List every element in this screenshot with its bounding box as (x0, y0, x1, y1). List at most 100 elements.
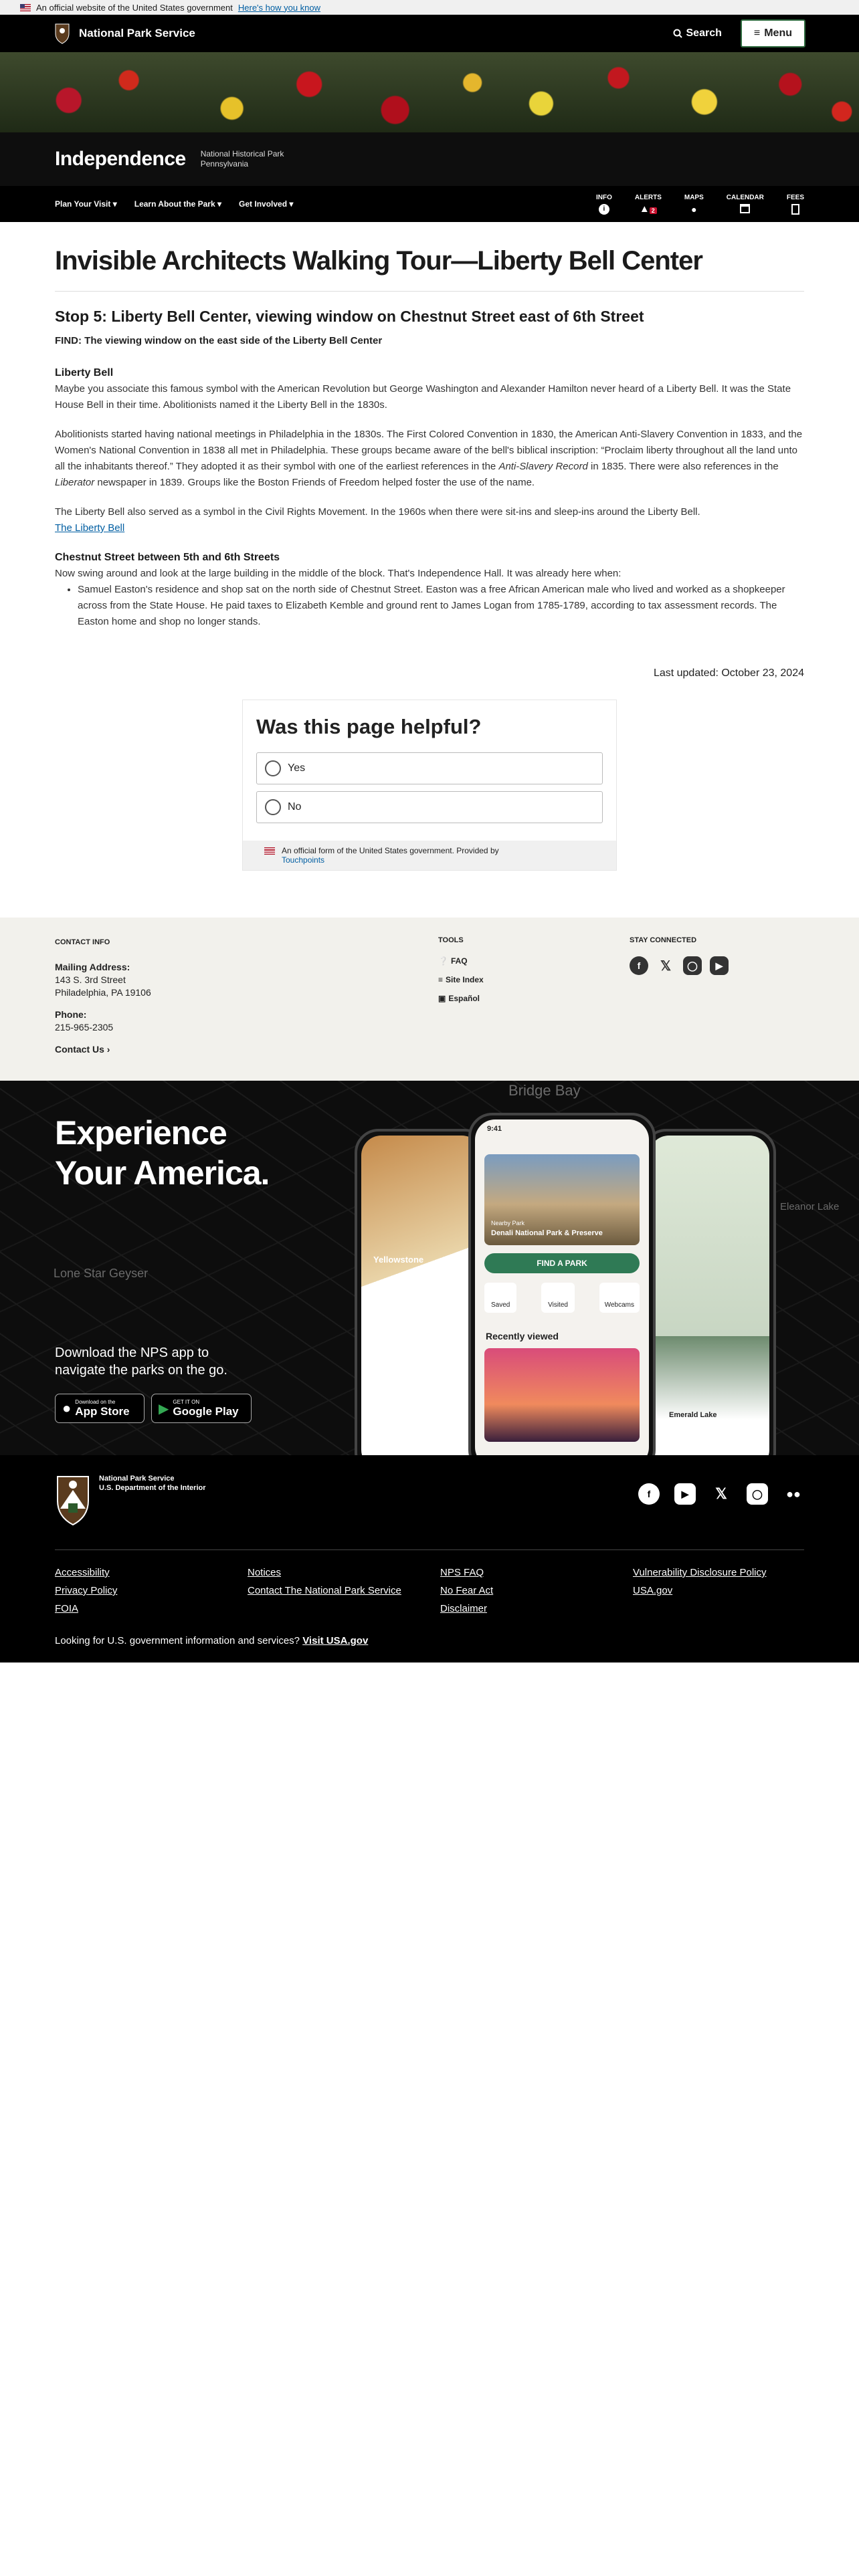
facebook-icon[interactable]: f (638, 1483, 660, 1505)
phone-saved: Saved (484, 1283, 517, 1313)
arrowhead-logo-icon (57, 1476, 89, 1526)
footer-link-notices[interactable]: Notices (248, 1566, 440, 1579)
top-navigation: National Park Service Search ≡ Menu (0, 15, 859, 52)
instagram-icon[interactable]: ◯ (683, 956, 702, 975)
site-index-label: Site Index (446, 975, 484, 984)
footer-link-usa-gov[interactable]: USA.gov (633, 1584, 826, 1597)
title-divider (55, 291, 804, 292)
x-icon[interactable]: 𝕏 (656, 956, 675, 975)
tool-fees[interactable]: FEES (787, 194, 804, 215)
radio-no[interactable] (265, 799, 281, 815)
app-store-label: App Store (75, 1404, 130, 1418)
youtube-icon[interactable]: ▶ (710, 956, 729, 975)
feedback-yes-option[interactable]: Yes (256, 752, 603, 784)
park-state: Pennsylvania (200, 159, 249, 169)
radio-yes[interactable] (265, 760, 281, 776)
search-label: Search (686, 27, 722, 39)
phone-mockup-center: 9:41 Nearby Park Denali National Park & … (468, 1113, 656, 1455)
arrowhead-logo-icon (55, 23, 70, 44)
tool-alerts-label: ALERTS (634, 193, 662, 201)
flickr-icon[interactable]: ●● (783, 1483, 804, 1505)
yes-label: Yes (288, 762, 306, 774)
footer-logo[interactable]: National Park Service U.S. Department of … (55, 1474, 206, 1526)
feedback-no-option[interactable]: No (256, 791, 603, 823)
tool-calendar-label: CALENDAR (726, 193, 764, 201)
touchpoints-link[interactable]: Touchpoints (282, 855, 324, 865)
fee-icon (791, 203, 799, 215)
app-store-button[interactable]: ● Download on the App Store (55, 1394, 145, 1423)
footer-link-contact-nps[interactable]: Contact The National Park Service (248, 1584, 440, 1597)
tool-maps-label: MAPS (684, 193, 704, 201)
espanol-link[interactable]: ▣ Español (438, 994, 630, 1003)
tool-calendar[interactable]: CALENDAR (727, 194, 764, 215)
phone-find-park-button: FIND A PARK (484, 1253, 640, 1273)
calendar-icon (740, 203, 751, 213)
address-line-2: Philadelphia, PA 19106 (55, 987, 151, 998)
faq-link[interactable]: ❔ FAQ (438, 956, 630, 966)
tool-info[interactable]: INFO i (596, 194, 612, 215)
nav-get-involved[interactable]: Get Involved (239, 199, 293, 209)
menu-label: Menu (764, 27, 792, 39)
contact-info-heading: CONTACT INFO (55, 938, 110, 946)
find-instruction: FIND: The viewing window on the east sid… (55, 335, 383, 346)
phone-nearby-label: Nearby Park (491, 1220, 525, 1226)
p2-text-c: in 1835. There were also references in t… (587, 461, 779, 472)
headline-line-2: Your America. (55, 1154, 270, 1192)
footer-link-privacy[interactable]: Privacy Policy (55, 1584, 248, 1597)
facebook-icon[interactable]: f (630, 956, 648, 975)
gov-banner: An official website of the United States… (0, 0, 859, 15)
us-flag-icon (264, 847, 275, 855)
park-banner: Independence National Historical Park Pe… (0, 132, 859, 186)
touchpoints-text: An official form of the United States go… (282, 846, 499, 855)
footer-link-disclaimer[interactable]: Disclaimer (440, 1602, 633, 1615)
tool-alerts[interactable]: ALERTS ▲ 2 (635, 194, 662, 215)
p2-anti-slavery-record: Anti-Slavery Record (498, 461, 588, 472)
nav-plan-your-visit[interactable]: Plan Your Visit (55, 199, 117, 209)
feedback-footer: An official form of the United States go… (243, 841, 616, 870)
download-line-2: navigate the parks on the go. (55, 1363, 227, 1378)
instagram-icon[interactable]: ◯ (747, 1483, 768, 1505)
footer-link-vulnerability[interactable]: Vulnerability Disclosure Policy (633, 1566, 826, 1579)
play-store-icon: ▶ (159, 1401, 169, 1416)
info-icon: i (598, 203, 609, 215)
heres-how-you-know-link[interactable]: Here's how you know (238, 3, 320, 13)
download-line-1: Download the NPS app to (55, 1346, 209, 1360)
footer-link-spacer (633, 1602, 826, 1615)
phone-visited: Visited (541, 1283, 575, 1313)
nav-learn-about-park[interactable]: Learn About the Park (134, 199, 221, 209)
phone-number[interactable]: 215-965-2305 (55, 1021, 438, 1034)
tool-info-label: INFO (595, 193, 612, 201)
phone-left-park-name: Yellowstone (373, 1255, 424, 1265)
footer-link-accessibility[interactable]: Accessibility (55, 1566, 248, 1579)
site-footer: National Park Service U.S. Department of … (0, 1455, 859, 1662)
recent-photo (484, 1348, 640, 1442)
menu-button[interactable]: ≡ Menu (740, 19, 805, 47)
tool-maps[interactable]: MAPS ● (684, 194, 704, 215)
app-store-small: Download on the (75, 1398, 116, 1405)
phone-label: Phone: (55, 1009, 87, 1020)
paragraph-4: Now swing around and look at the large b… (55, 568, 622, 579)
park-name-link[interactable]: Independence (55, 148, 186, 171)
search-button[interactable]: Search (673, 27, 722, 39)
footer-link-foia[interactable]: FOIA (55, 1602, 248, 1615)
x-icon[interactable]: 𝕏 (710, 1483, 732, 1505)
nps-brand-link[interactable]: National Park Service (54, 23, 195, 44)
footer-link-nps-faq[interactable]: NPS FAQ (440, 1566, 633, 1579)
stay-connected-heading: STAY CONNECTED (630, 936, 697, 944)
site-index-link[interactable]: ≡ Site Index (438, 975, 630, 984)
gov-banner-text: An official website of the United States… (36, 2, 233, 13)
phone-right-lake: Emerald Lake (669, 1411, 717, 1419)
contact-us-link[interactable]: Contact Us › (55, 1043, 438, 1056)
visit-usa-gov-link[interactable]: Visit USA.gov (302, 1635, 368, 1646)
hero-image-tulips (0, 52, 859, 132)
google-play-button[interactable]: ▶ GET IT ON Google Play (151, 1394, 252, 1423)
paragraph-2: Abolitionists started having national me… (55, 427, 804, 491)
liberty-bell-link[interactable]: The Liberty Bell (55, 522, 124, 534)
p2-text-e: newspaper in 1839. Groups like the Bosto… (94, 477, 535, 488)
youtube-icon[interactable]: ▶ (674, 1483, 696, 1505)
tool-fees-label: FEES (786, 193, 804, 201)
footer-link-no-fear[interactable]: No Fear Act (440, 1584, 633, 1597)
google-play-label: Google Play (173, 1404, 239, 1418)
list-item: Samuel Easton's residence and shop sat o… (78, 582, 804, 630)
stop-heading: Stop 5: Liberty Bell Center, viewing win… (55, 308, 644, 325)
